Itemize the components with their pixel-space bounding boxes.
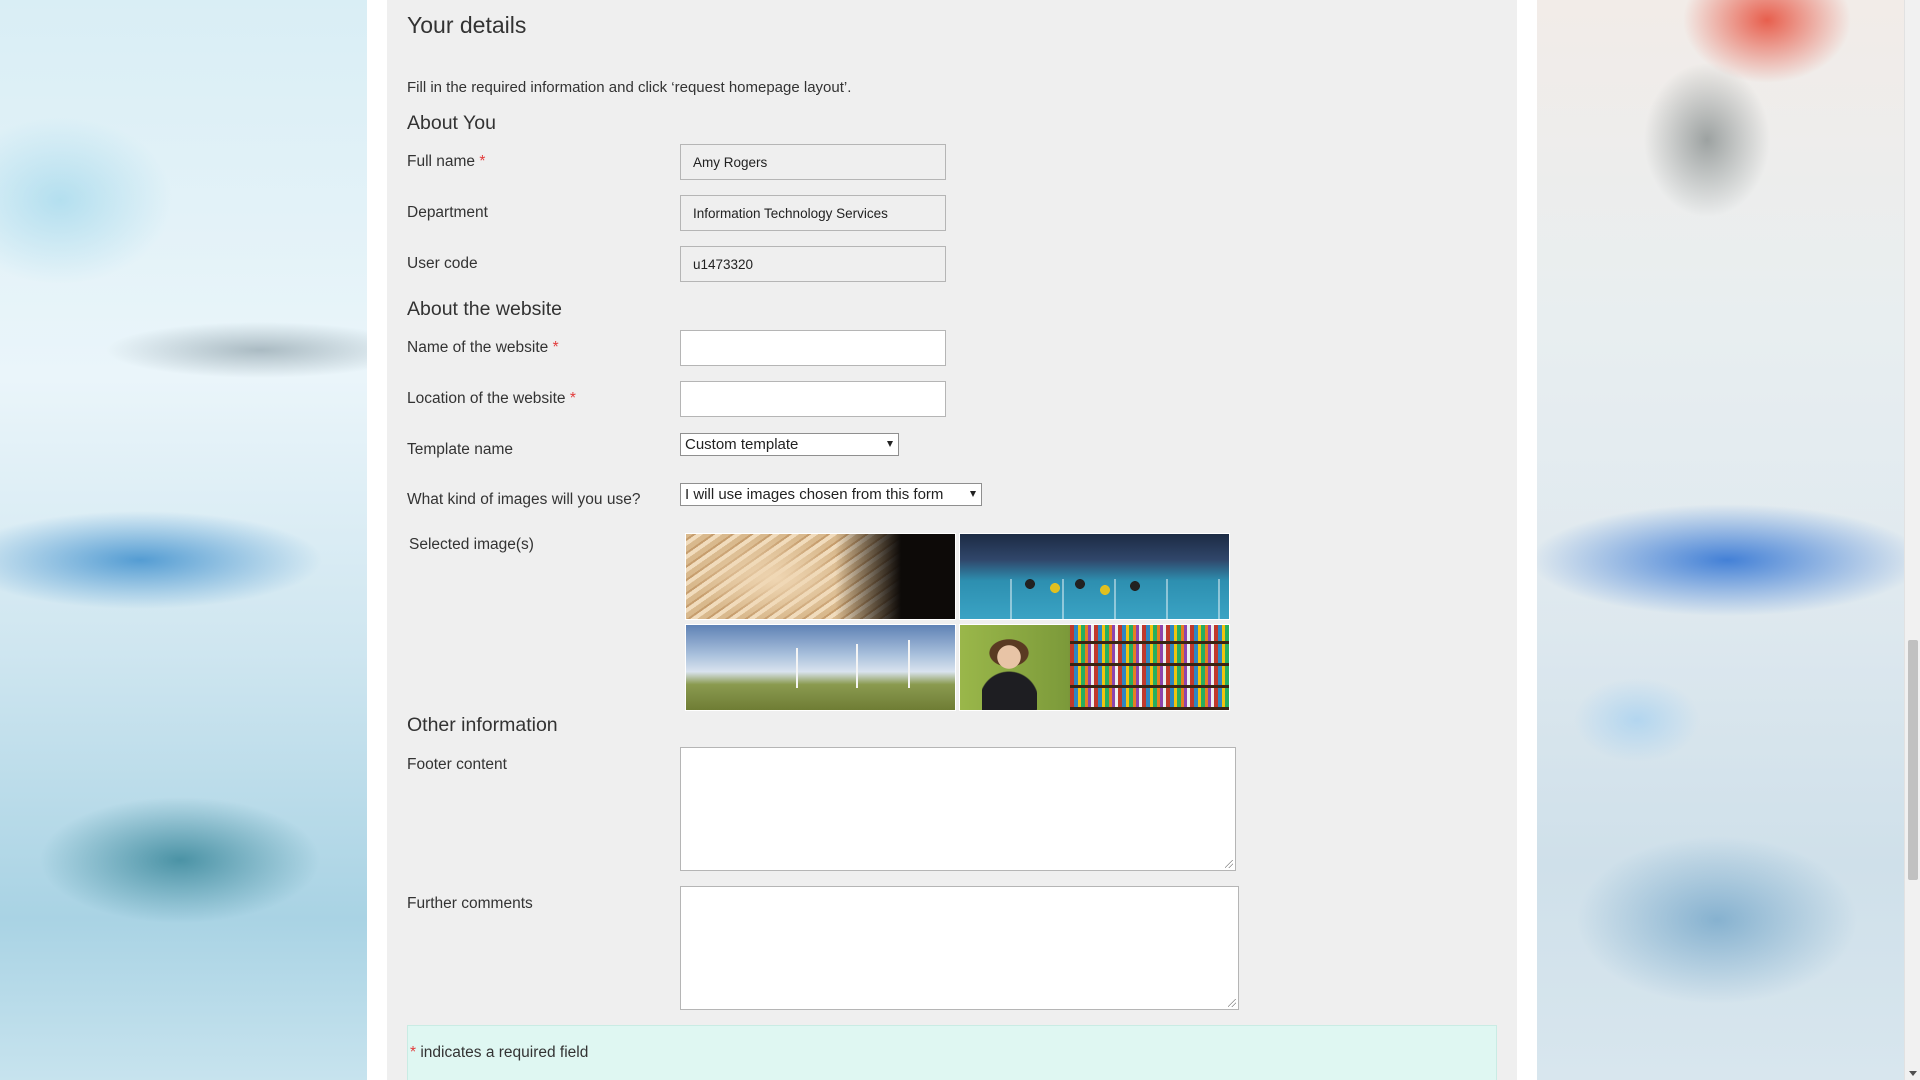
images-kind-select[interactable]: I will use images chosen from this form [680,483,982,506]
open-book-image[interactable] [685,533,956,620]
required-field-notice: * indicates a required field [407,1025,1497,1080]
vertical-scrollbar[interactable] [1904,0,1920,1080]
further-comments-textarea[interactable] [680,886,1239,1010]
website-location-label-text: Location of the website [407,390,566,407]
department-label: Department [407,204,488,221]
template-name-label: Template name [407,441,513,458]
user-code-label: User code [407,255,478,272]
website-name-label: Name of the website * [407,339,559,357]
intro-text: Fill in the required information and cli… [407,79,852,96]
website-name-label-text: Name of the website [407,339,549,356]
selected-images-grid [685,533,1231,713]
right-background-image [1537,0,1904,1080]
website-name-input[interactable] [680,330,946,366]
images-kind-selected: I will use images chosen from this form [685,486,944,503]
further-comments-label: Further comments [407,895,533,912]
about-website-heading: About the website [407,298,563,320]
resize-grip-icon[interactable] [1228,999,1236,1007]
form-panel: Your details Fill in the required inform… [387,0,1517,1080]
sports-hall-image[interactable] [959,533,1230,620]
required-marker: * [479,153,486,170]
dropdown-arrow-icon [970,491,976,497]
required-marker: * [552,339,559,356]
required-marker: * [569,390,576,407]
full-name-field[interactable] [680,144,946,180]
student-library-image[interactable] [959,624,1230,711]
template-name-selected: Custom template [685,436,799,453]
page-title: Your details [407,12,527,38]
turbine [796,648,798,688]
left-background-image [0,0,367,1080]
resize-grip-icon[interactable] [1225,860,1233,868]
page-column: Your details Fill in the required inform… [367,0,1537,1080]
turbine [856,644,858,688]
scrollbar-thumb[interactable] [1908,640,1918,880]
other-information-heading: Other information [407,714,558,736]
template-name-select[interactable]: Custom template [680,433,899,456]
full-name-label-text: Full name [407,153,476,170]
about-you-heading: About You [407,112,496,134]
players [1020,574,1160,604]
department-field[interactable] [680,195,946,231]
footer-content-textarea[interactable] [680,747,1236,871]
dropdown-arrow-icon [887,441,893,447]
full-name-label: Full name * [407,153,485,171]
footer-content-label: Footer content [407,756,507,773]
turbine [908,640,910,688]
wind-turbines-image[interactable] [685,624,956,711]
bookshelves [1070,625,1229,710]
selected-images-label: Selected image(s) [409,536,534,553]
user-code-field[interactable] [680,246,946,282]
required-notice-text: indicates a required field [416,1044,589,1061]
website-location-label: Location of the website * [407,390,576,408]
scroll-down-arrow-icon[interactable] [1909,1071,1917,1076]
website-location-input[interactable] [680,381,946,417]
images-kind-label: What kind of images will you use? [407,491,641,508]
student-figure [982,639,1037,710]
